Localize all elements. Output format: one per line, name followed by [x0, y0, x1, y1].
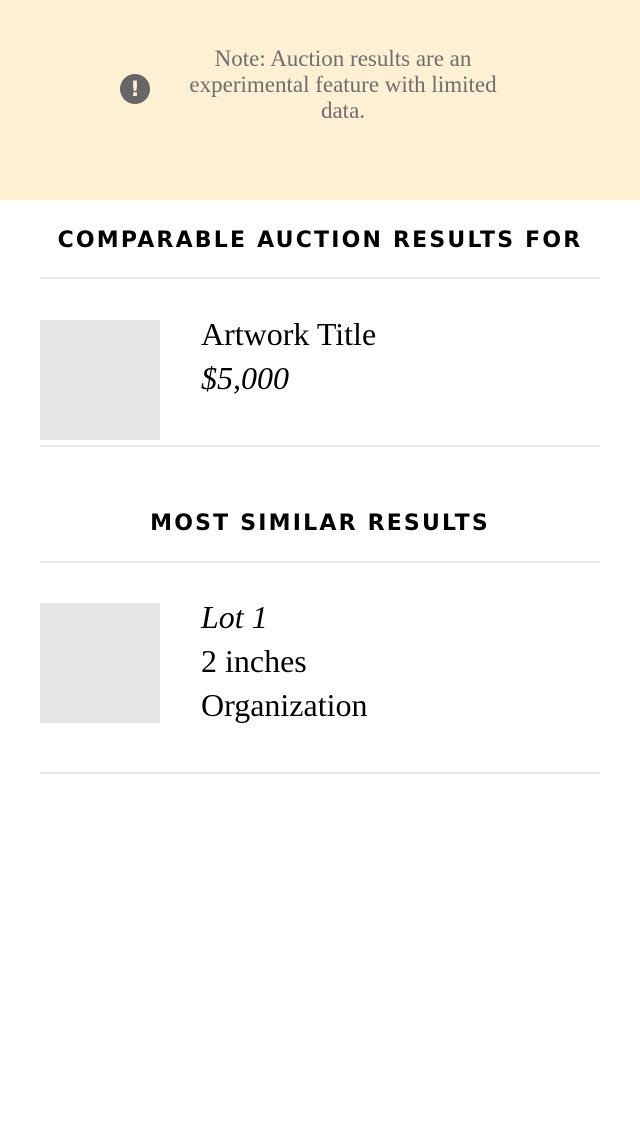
result-lot: Lot 1	[201, 599, 268, 635]
artwork-thumbnail[interactable]	[40, 320, 160, 440]
notice-text: Note: Auction results are an experimenta…	[189, 46, 497, 123]
exclamation-circle-icon: !	[120, 74, 150, 104]
result-thumbnail[interactable]	[40, 603, 160, 723]
artwork-title: Artwork Title	[201, 316, 377, 352]
comparable-results-heading: COMPARABLE AUCTION RESULTS FOR	[57, 228, 583, 253]
artwork-price: $5,000	[201, 360, 289, 396]
divider	[40, 277, 600, 279]
divider	[40, 772, 600, 774]
result-size: 2 inches	[201, 643, 307, 679]
result-organization: Organization	[201, 687, 368, 723]
similar-results-heading: MOST SIMILAR RESULTS	[150, 511, 490, 536]
divider	[40, 445, 600, 447]
experimental-notice-banner: ! Note: Auction results are an experimen…	[0, 0, 640, 200]
divider	[40, 561, 600, 563]
